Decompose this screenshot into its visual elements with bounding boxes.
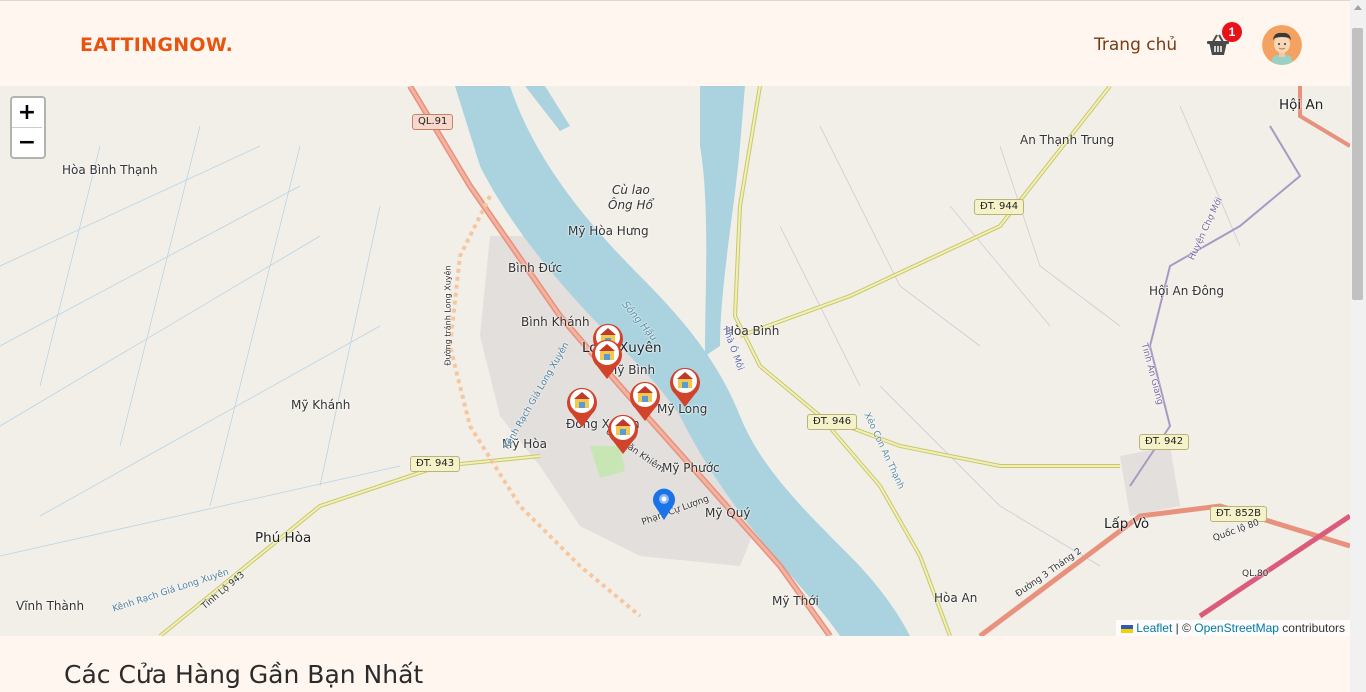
osm-link[interactable]: OpenStreetMap	[1194, 621, 1279, 635]
place-label: Bình Đức	[508, 261, 563, 275]
place-label: Lấp Vò	[1104, 516, 1150, 532]
road-label: ĐT. 852B	[1210, 506, 1267, 522]
attribution-suffix: contributors	[1278, 621, 1345, 635]
place-label: Hội An	[1279, 97, 1324, 113]
flag-icon	[1120, 624, 1133, 633]
place-label: Hòa An	[934, 591, 978, 605]
zoom-control: + −	[10, 96, 46, 159]
place-label: Mỹ Hòa Hưng	[568, 224, 649, 238]
place-label: Ông Hổ	[608, 198, 653, 212]
attribution-separator: | ©	[1172, 621, 1195, 635]
brand-logo[interactable]: EATTINGNOW.	[80, 34, 233, 56]
place-label: Mỹ Quý	[705, 506, 751, 520]
store-marker[interactable]	[564, 384, 600, 428]
site-header: EATTINGNOW. Trang chủ 1	[0, 1, 1350, 86]
road-label: ĐT. 942	[1139, 434, 1190, 450]
zoom-in-button[interactable]: +	[12, 98, 42, 128]
scroll-up-arrow-icon[interactable]	[1354, 5, 1362, 10]
place-label: Mỹ Phước	[662, 461, 720, 475]
nav-home-link[interactable]: Trang chủ	[1094, 35, 1177, 55]
place-label: Bình Khánh	[521, 315, 590, 329]
scrollbar-thumb[interactable]	[1352, 28, 1363, 300]
place-label: Mỹ Khánh	[291, 398, 351, 412]
road-label: QL.91	[412, 114, 454, 130]
store-marker[interactable]	[589, 336, 625, 380]
place-label: Vĩnh Thành	[16, 599, 85, 613]
place-label: Cù lao	[612, 183, 650, 197]
nearby-stores-heading: Các Cửa Hàng Gần Bạn Nhất	[64, 660, 424, 689]
street-label: QL.80	[1242, 569, 1269, 579]
place-label: Phú Hòa	[255, 530, 312, 546]
place-label: Mỹ Thới	[772, 594, 819, 608]
road-label: ĐT. 943	[410, 456, 461, 472]
store-marker[interactable]	[667, 364, 703, 408]
road-label: ĐT. 944	[974, 199, 1025, 215]
leaflet-link[interactable]: Leaflet	[1136, 621, 1172, 635]
place-label: Hòa Bình Thạnh	[62, 163, 158, 177]
user-avatar-icon[interactable]	[1262, 25, 1302, 65]
place-label: An Thạnh Trung	[1020, 133, 1115, 147]
place-label: Hội An Đông	[1149, 284, 1225, 298]
zoom-out-button[interactable]: −	[12, 128, 42, 157]
cart-count-badge: 1	[1222, 22, 1242, 42]
street-label: Đường tránh Long Xuyên	[443, 265, 453, 366]
map-attribution: Leaflet | © OpenStreetMap contributors	[1115, 620, 1350, 636]
store-map[interactable]: + − Hòa Bình Thạnh Cù lao Ông Hổ Mỹ Hòa …	[0, 86, 1350, 636]
location-pin-icon[interactable]	[651, 487, 677, 521]
store-marker[interactable]	[605, 411, 641, 455]
road-label: ĐT. 946	[807, 414, 858, 430]
